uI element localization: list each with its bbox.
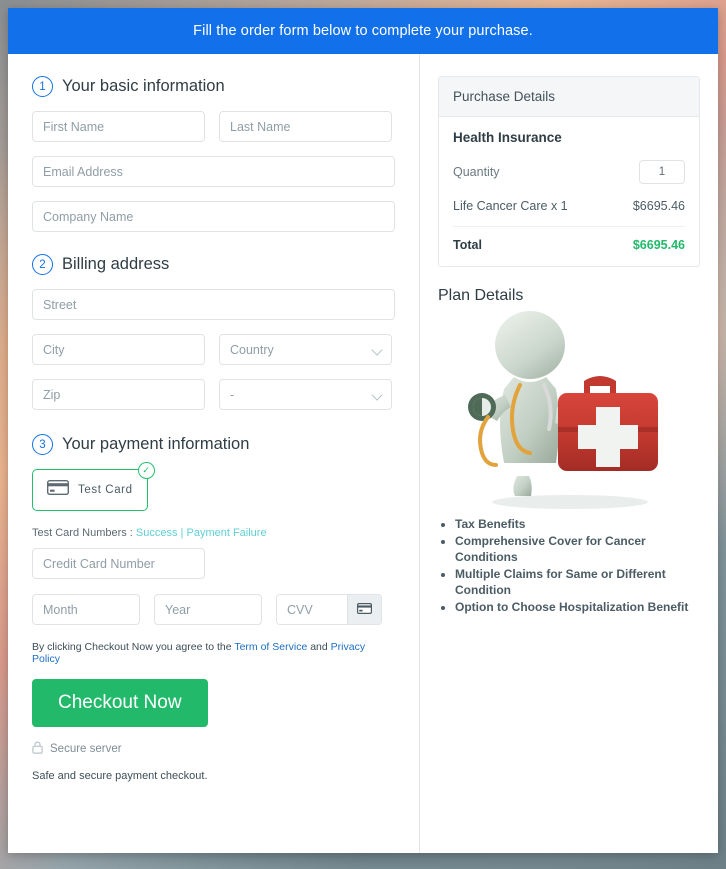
terms-prefix: By clicking Checkout Now you agree to th…: [32, 641, 235, 653]
section-title-billing-address: Billing address: [62, 255, 170, 273]
street-row: [32, 289, 395, 320]
test-card-success-link[interactable]: Success: [136, 527, 178, 539]
country-select[interactable]: [219, 334, 392, 365]
checkout-page: Fill the order form below to complete yo…: [8, 8, 718, 853]
expiry-cvv-row: [32, 594, 395, 625]
payment-method-label: Test Card: [78, 484, 133, 496]
country-select-wrapper: [219, 334, 392, 365]
summary-column: Purchase Details Health Insurance Quanti…: [420, 54, 718, 853]
email-input[interactable]: [32, 156, 395, 187]
purchase-details-panel: Purchase Details Health Insurance Quanti…: [438, 76, 700, 267]
line-item-label: Life Cancer Care x 1: [453, 199, 568, 213]
company-row: [32, 201, 395, 232]
cvv-input[interactable]: [277, 595, 347, 624]
checkout-now-button[interactable]: Checkout Now: [32, 679, 208, 727]
first-name-input[interactable]: [32, 111, 205, 142]
secure-server-row: Secure server: [32, 741, 395, 757]
line-item-amount: $6695.46: [632, 199, 685, 213]
step-number-2: 2: [32, 254, 53, 275]
city-country-row: [32, 334, 395, 365]
credit-card-number-input[interactable]: [32, 548, 205, 579]
state-select-wrapper: [219, 379, 392, 410]
expiry-month-select[interactable]: [32, 594, 140, 625]
quantity-row: Quantity: [453, 160, 685, 184]
credit-card-icon: [46, 479, 70, 500]
credit-card-icon: [357, 601, 373, 619]
expiry-year-select[interactable]: [154, 594, 262, 625]
test-card-numbers-label: Test Card Numbers :: [32, 527, 136, 539]
test-card-numbers-row: Test Card Numbers : Success | Payment Fa…: [32, 527, 395, 539]
section-header-billing-address: 2 Billing address: [32, 254, 395, 275]
plan-benefits-list: Tax Benefits Comprehensive Cover for Can…: [438, 517, 700, 616]
list-item: Multiple Claims for Same or Different Co…: [455, 567, 700, 599]
street-input[interactable]: [32, 289, 395, 320]
cvv-group: [276, 594, 382, 625]
quantity-label: Quantity: [453, 165, 500, 179]
zip-input[interactable]: [32, 379, 205, 410]
company-name-input[interactable]: [32, 201, 395, 232]
list-item: Comprehensive Cover for Cancer Condition…: [455, 534, 700, 566]
content-columns: 1 Your basic information 2 Billing addre…: [8, 54, 718, 853]
plan-illustration: [438, 311, 700, 511]
month-select-wrapper: [32, 594, 140, 625]
purchase-details-header: Purchase Details: [439, 77, 699, 117]
lock-icon: [32, 741, 43, 757]
cvv-help-button[interactable]: [347, 595, 381, 624]
email-row: [32, 156, 395, 187]
check-circle-icon: ✓: [137, 462, 155, 479]
section-title-basic-information: Your basic information: [62, 77, 225, 95]
safe-checkout-note: Safe and secure payment checkout.: [32, 770, 208, 782]
total-amount: $6695.46: [632, 238, 685, 252]
product-name: Health Insurance: [453, 130, 562, 145]
purchase-details-body: Health Insurance Quantity Life Cancer Ca…: [439, 117, 699, 266]
step-number-1: 1: [32, 76, 53, 97]
section-header-payment-information: 3 Your payment information: [32, 434, 395, 455]
secure-server-label: Secure server: [50, 743, 122, 755]
order-form-column: 1 Your basic information 2 Billing addre…: [8, 54, 420, 853]
section-title-payment-information: Your payment information: [62, 435, 250, 453]
section-header-basic-information: 1 Your basic information: [32, 76, 395, 97]
list-item: Tax Benefits: [455, 517, 700, 533]
test-card-failure-link[interactable]: Payment Failure: [186, 527, 266, 539]
year-select-wrapper: [154, 594, 262, 625]
page-banner: Fill the order form below to complete yo…: [8, 8, 718, 54]
last-name-input[interactable]: [219, 111, 392, 142]
city-input[interactable]: [32, 334, 205, 365]
list-item: Option to Choose Hospitalization Benefit: [455, 600, 700, 616]
term-of-service-link[interactable]: Term of Service: [234, 641, 307, 653]
name-row: [32, 111, 395, 142]
step-number-3: 3: [32, 434, 53, 455]
zip-state-row: [32, 379, 395, 410]
total-row: Total $6695.46: [453, 238, 685, 252]
terms-conjunction: and: [307, 641, 331, 653]
state-select[interactable]: [219, 379, 392, 410]
payment-method-test-card[interactable]: Test Card ✓: [32, 462, 155, 511]
credit-card-row: [32, 548, 395, 579]
line-item-row: Life Cancer Care x 1 $6695.46: [453, 199, 685, 227]
doctor-with-first-aid-kit-icon: [467, 311, 658, 509]
plan-details-title: Plan Details: [438, 287, 524, 304]
total-label: Total: [453, 238, 482, 252]
terms-agreement-text: By clicking Checkout Now you agree to th…: [32, 641, 395, 665]
quantity-input[interactable]: [639, 160, 685, 184]
